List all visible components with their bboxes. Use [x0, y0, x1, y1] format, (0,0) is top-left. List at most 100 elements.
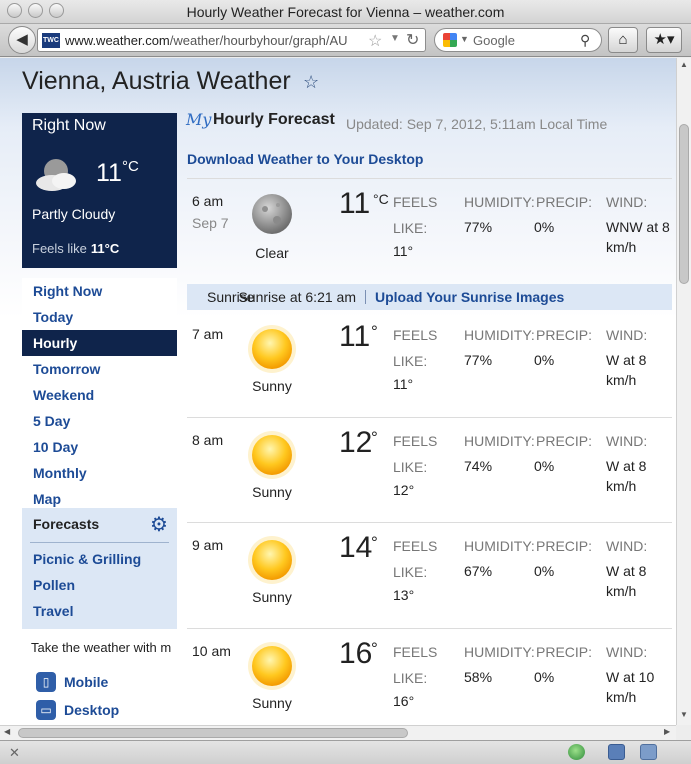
browser-window: Hourly Weather Forecast for Vienna – wea…	[0, 0, 691, 764]
reload-icon[interactable]: ↻	[406, 30, 419, 50]
home-icon: ⌂	[618, 31, 628, 48]
desktop-link[interactable]: Desktop	[64, 702, 119, 718]
forecast-nav: Right Now Today Hourly Tomorrow Weekend …	[22, 278, 177, 512]
feels-like-value: 11°C	[90, 241, 120, 256]
scroll-down-arrow-icon[interactable]: ▼	[680, 710, 688, 719]
row-temp-unit: °	[371, 639, 378, 658]
forecasts-box: Forecasts ⚙ Picnic & Grilling Pollen Tra…	[22, 508, 177, 629]
humidity-label: HUMIDITY:	[464, 644, 535, 660]
home-button[interactable]: ⌂	[608, 27, 638, 53]
row-precip: 0%	[534, 458, 555, 474]
row-time: 8 am	[192, 432, 224, 448]
search-input[interactable]: Google	[473, 33, 515, 48]
row-temperature: 16	[339, 637, 373, 670]
wind-label: WIND:	[606, 538, 648, 554]
page-title: Vienna, Austria Weather	[22, 67, 291, 95]
precip-label: PRECIP:	[536, 194, 593, 210]
sunrise-time: Sunrise at 6:21 am	[238, 289, 356, 305]
row-precip: 0%	[534, 352, 555, 368]
sun-icon	[248, 431, 296, 479]
humidity-label: HUMIDITY:	[464, 538, 535, 554]
my-label: My	[186, 110, 212, 129]
row-wind-unit: km/h	[606, 689, 637, 705]
hourly-row: 10 am Sunny 16 ° FEELS LIKE: 16° HUMIDIT…	[187, 629, 672, 725]
favorite-star-icon[interactable]: ☆	[303, 72, 319, 93]
mobile-link[interactable]: Mobile	[64, 674, 108, 690]
horizontal-scrollbar[interactable]: ◀ ▶	[0, 725, 676, 740]
row-temperature: 14	[339, 531, 373, 564]
desktop-icon[interactable]: ▭	[36, 700, 56, 720]
precip-label: PRECIP:	[536, 644, 593, 660]
horizontal-scroll-thumb[interactable]	[18, 728, 408, 738]
row-temperature: 11	[339, 187, 371, 220]
forecast-link-picnic[interactable]: Picnic & Grilling	[33, 551, 141, 567]
row-feels-value: 12°	[393, 482, 415, 498]
feels-label-2: LIKE:	[393, 670, 428, 686]
row-temp-unit: °	[371, 428, 378, 447]
humidity-label: HUMIDITY:	[464, 433, 535, 449]
feels-label: FEELS	[393, 538, 438, 554]
back-arrow-icon: ◀	[16, 31, 28, 48]
download-weather-link[interactable]: Download Weather to Your Desktop	[187, 151, 423, 167]
url-domain: www.weather.com	[65, 33, 170, 48]
row-humidity: 77%	[464, 352, 493, 368]
nav-item-hourly[interactable]: Hourly	[22, 330, 177, 356]
row-wind: W at 8	[606, 563, 647, 579]
hourly-row: 9 am Sunny 14 ° FEELS LIKE: 13° HUMIDITY…	[187, 523, 672, 628]
nav-item-5-day[interactable]: 5 Day	[22, 408, 177, 434]
updated-timestamp: Updated: Sep 7, 2012, 5:11am Local Time	[346, 116, 608, 132]
forecasts-divider	[30, 542, 169, 543]
url-dropdown-icon[interactable]: ▼	[390, 33, 400, 44]
nav-item-tomorrow[interactable]: Tomorrow	[22, 356, 177, 382]
row-wind: WNW at 8	[606, 219, 670, 235]
browser-toolbar: ◀ TWC www.weather.com/weather/hourbyhour…	[0, 24, 691, 57]
row-time: 9 am	[192, 537, 224, 553]
hourly-forecast-title: Hourly Forecast	[213, 111, 335, 128]
row-temperature: 11	[339, 320, 371, 353]
back-button[interactable]: ◀	[8, 26, 36, 54]
row-wind-unit: km/h	[606, 372, 637, 388]
bookmarks-button[interactable]: ★▾	[646, 27, 682, 53]
bookmark-star-icon[interactable]: ☆	[368, 31, 382, 51]
right-now-card: Right Now 11°C Partly Cloudy Feels like 1…	[22, 113, 177, 268]
upload-sunrise-link[interactable]: Upload Your Sunrise Images	[375, 289, 564, 305]
row-wind: W at 10	[606, 669, 655, 685]
forecast-link-travel[interactable]: Travel	[33, 603, 73, 619]
url-bar[interactable]: TWC www.weather.com/weather/hourbyhour/g…	[37, 28, 426, 52]
gear-icon[interactable]: ⚙	[150, 512, 168, 537]
close-icon[interactable]: ✕	[9, 745, 20, 761]
sunrise-text: SunriseSunrise at 6:21 am	[207, 289, 356, 305]
nav-item-today[interactable]: Today	[22, 304, 177, 330]
search-engine-dropdown-icon[interactable]: ▼	[460, 34, 469, 44]
row-wind-unit: km/h	[606, 478, 637, 494]
url-text[interactable]: www.weather.com/weather/hourbyhour/graph…	[65, 33, 365, 48]
wind-label: WIND:	[606, 194, 648, 210]
nav-item-right-now[interactable]: Right Now	[22, 278, 177, 304]
globe-icon[interactable]	[568, 744, 585, 760]
scroll-up-arrow-icon[interactable]: ▲	[680, 60, 688, 69]
forecast-link-pollen[interactable]: Pollen	[33, 577, 75, 593]
sun-icon	[248, 642, 296, 690]
scroll-left-arrow-icon[interactable]: ◀	[4, 727, 10, 736]
nav-item-monthly[interactable]: Monthly	[22, 460, 177, 486]
mobile-icon[interactable]: ▯	[36, 672, 56, 692]
sun-icon	[248, 325, 296, 373]
scroll-right-arrow-icon[interactable]: ▶	[664, 727, 670, 736]
humidity-label: HUMIDITY:	[464, 327, 535, 343]
nav-item-weekend[interactable]: Weekend	[22, 382, 177, 408]
vertical-scroll-thumb[interactable]	[679, 124, 689, 284]
feels-label: FEELS	[393, 433, 438, 449]
vertical-scrollbar[interactable]: ▲ ▼	[676, 58, 691, 725]
row-humidity: 58%	[464, 669, 493, 685]
windows-icon[interactable]	[640, 744, 657, 760]
nav-item-10-day[interactable]: 10 Day	[22, 434, 177, 460]
current-temp-value: 11	[96, 159, 122, 187]
search-bar[interactable]: ▼ Google ⚲	[434, 28, 602, 52]
row-temp-unit: °	[371, 322, 378, 341]
screen-icon[interactable]	[608, 744, 625, 760]
feels-label-2: LIKE:	[393, 564, 428, 580]
google-icon[interactable]	[443, 33, 457, 47]
feels-label: FEELS	[393, 327, 438, 343]
search-icon[interactable]: ⚲	[580, 32, 590, 49]
feels-label-2: LIKE:	[393, 220, 428, 236]
